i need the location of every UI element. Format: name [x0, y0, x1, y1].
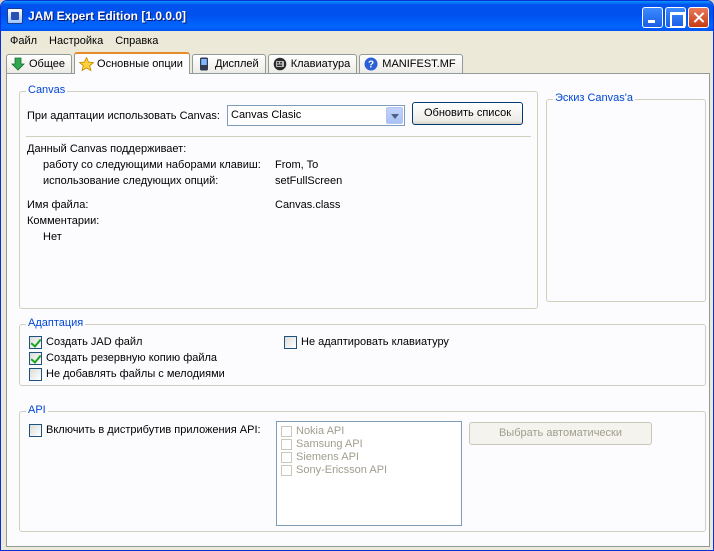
title-bar[interactable]: JAM Expert Edition [1.0.0.0] — [1, 1, 713, 31]
phone-icon — [197, 57, 211, 71]
create-jad-checkbox[interactable] — [29, 336, 42, 349]
tab-general[interactable]: Общее — [6, 54, 73, 73]
no-melodies-checkbox[interactable] — [29, 368, 42, 381]
chevron-down-icon[interactable] — [386, 107, 403, 124]
tab-label: Дисплей — [214, 58, 259, 70]
svg-text:?: ? — [368, 60, 374, 71]
filename-label: Имя файла: — [27, 199, 89, 211]
siemens-api-label: Siemens API — [296, 451, 359, 463]
star-icon — [78, 56, 95, 72]
tab-label: Клавиатура — [290, 58, 351, 70]
menu-file[interactable]: Файл — [4, 35, 43, 47]
no-keyboard-adapt-label[interactable]: Не адаптировать клавиатуру — [301, 336, 449, 348]
minimize-button[interactable] — [642, 7, 663, 28]
menu-help[interactable]: Справка — [109, 35, 164, 47]
adaptation-group-title: Адаптация — [26, 317, 86, 329]
tab-keyboard[interactable]: Клавиатура — [267, 54, 358, 73]
canvas-select-value: Canvas Clasic — [231, 109, 302, 121]
tab-main-options[interactable]: Основные опции — [74, 52, 190, 74]
filename-value: Canvas.class — [275, 199, 341, 211]
auto-select-button[interactable]: Выбрать автоматически — [469, 422, 652, 445]
canvas-use-label: При адаптации использовать Canvas: — [27, 110, 220, 122]
siemens-api-checkbox[interactable] — [281, 452, 292, 463]
options-value: setFullScreen — [275, 175, 343, 187]
canvas-supports-label: Данный Canvas поддерживает: — [27, 143, 187, 155]
menu-bar: Файл Настройка Справка — [4, 32, 710, 50]
sketch-group: Эскиз Canvas'a — [546, 92, 706, 302]
keysets-label: работу со следующими наборами клавиш: — [43, 159, 261, 171]
options-label: использование следующих опций: — [43, 175, 219, 187]
nokia-api-label: Nokia API — [296, 425, 345, 437]
tab-panel-main-options: Canvas При адаптации использовать Canvas… — [6, 73, 710, 547]
sony-ericsson-api-label: Sony-Ericsson API — [296, 464, 388, 476]
download-arrow-icon — [11, 57, 25, 71]
main-window: JAM Expert Edition [1.0.0.0] Файл Настро… — [0, 0, 714, 551]
comments-value: Нет — [43, 231, 62, 243]
tab-label: Общее — [29, 58, 66, 70]
backup-checkbox[interactable] — [29, 352, 42, 365]
api-group: API Включить в дистрибутив приложения AP… — [19, 404, 706, 532]
divider — [26, 136, 531, 137]
no-keyboard-adapt-checkbox[interactable] — [284, 336, 297, 349]
app-icon — [7, 8, 23, 24]
adaptation-group: Адаптация Создать JAD файл Создать резер… — [19, 317, 706, 386]
comments-label: Комментарии: — [27, 215, 100, 227]
tab-display[interactable]: Дисплей — [191, 54, 266, 73]
sony-ericsson-api-checkbox[interactable] — [281, 465, 292, 476]
tab-label: MANIFEST.MF — [382, 58, 456, 70]
backup-label[interactable]: Создать резервную копию файла — [46, 352, 217, 364]
tab-strip: Общее Основные опции Дисплей Клавиатура … — [6, 52, 465, 74]
help-icon: ? — [364, 57, 378, 71]
sketch-group-title: Эскиз Canvas'a — [553, 92, 635, 104]
canvas-select[interactable]: Canvas Clasic — [227, 105, 405, 126]
no-melodies-label[interactable]: Не добавлять файлы с мелодиями — [46, 368, 225, 380]
samsung-api-checkbox[interactable] — [281, 439, 292, 450]
canvas-group: Canvas При адаптации использовать Canvas… — [19, 84, 538, 309]
include-api-checkbox[interactable] — [29, 424, 42, 437]
create-jad-label[interactable]: Создать JAD файл — [46, 336, 142, 348]
canvas-group-title: Canvas — [26, 84, 68, 96]
keyboard-icon — [273, 57, 287, 71]
menu-settings[interactable]: Настройка — [43, 35, 109, 47]
api-list[interactable]: Nokia API Samsung API Siemens API Sony-E… — [276, 421, 462, 526]
tab-label: Основные опции — [97, 58, 183, 70]
include-api-label[interactable]: Включить в дистрибутив приложения API: — [46, 424, 261, 436]
window-title: JAM Expert Edition [1.0.0.0] — [28, 9, 187, 23]
api-group-title: API — [26, 404, 48, 416]
maximize-button[interactable] — [665, 7, 686, 28]
samsung-api-label: Samsung API — [296, 438, 363, 450]
tab-manifest[interactable]: ? MANIFEST.MF — [359, 54, 463, 73]
keysets-value: From, To — [275, 159, 319, 171]
nokia-api-checkbox[interactable] — [281, 426, 292, 437]
refresh-list-button[interactable]: Обновить список — [412, 102, 523, 125]
close-button[interactable] — [688, 7, 709, 28]
